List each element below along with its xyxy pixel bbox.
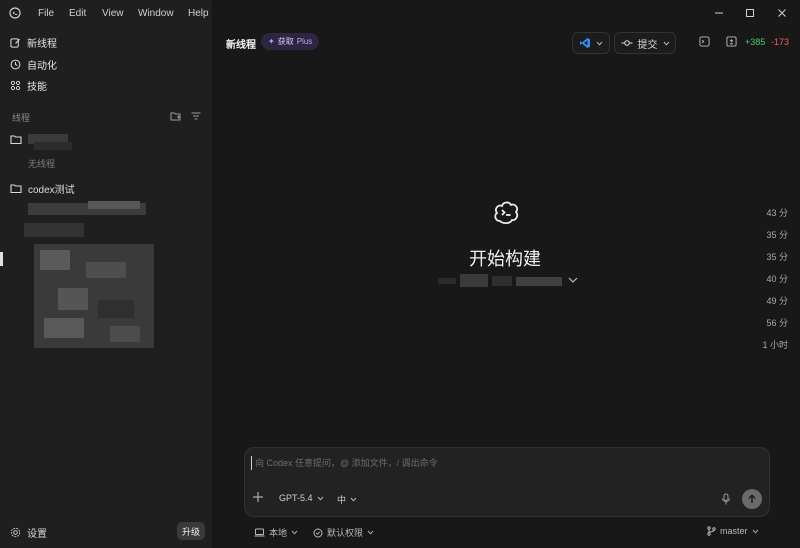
chevron-down-icon [663,41,670,46]
minimize-button[interactable] [708,4,730,22]
model-label: GPT-5.4 [279,493,313,503]
thread-time: 56 分 [766,318,788,328]
redacted-block [98,300,134,318]
grid-icon [10,80,21,91]
folder-icon [10,134,22,145]
gear-icon [10,527,21,538]
terminal-icon[interactable] [699,36,710,47]
thread-title: 新线程 [226,40,256,51]
get-plus-prefix: 获取 [277,37,294,46]
thread-title-redacted[interactable] [24,223,84,237]
commit-label: 提交 [637,39,658,51]
chevron-down-icon[interactable] [568,277,578,284]
thread-time: 1 小时 [762,340,788,350]
project-selector-redacted[interactable] [438,273,564,289]
hero-title: 开始构建 [469,249,541,269]
send-button[interactable] [742,489,762,509]
git-branch-icon [707,526,716,536]
permission-select[interactable]: 默认权限 [313,526,374,539]
environment-select[interactable]: 本地 [254,526,298,539]
shield-icon [313,528,323,538]
filter-icon[interactable] [190,110,202,122]
settings-label: 设置 [27,529,47,540]
edit-icon [10,37,21,48]
maximize-button[interactable] [739,4,761,22]
get-plus-plan: Plus [296,37,313,46]
add-attachment-button[interactable] [252,491,264,503]
chevron-down-icon [596,41,603,46]
nav-skills[interactable]: 技能 [10,76,47,94]
nav-new-thread[interactable]: 新线程 [10,33,57,51]
upgrade-button[interactable]: 升级 [177,522,205,540]
chevron-down-icon [317,496,324,501]
empty-threads-label: 无线程 [28,159,56,169]
diff-removed-count: -173 [771,37,790,47]
menu-edit[interactable]: Edit [69,8,86,19]
redacted-block [58,288,88,310]
menu-help[interactable]: Help [188,8,209,19]
redacted-block [34,142,72,150]
chevron-down-icon [291,530,298,535]
arrow-up-icon [747,494,757,504]
laptop-icon [254,528,265,537]
threads-header: 线程 [12,113,31,123]
diff-panel-icon[interactable] [726,36,737,47]
thread-time: 49 分 [766,296,788,306]
nav-automation[interactable]: 自动化 [10,55,57,73]
vscode-icon [579,37,591,49]
composer-input[interactable] [251,456,675,470]
menu-window[interactable]: Window [138,8,174,19]
diff-added-count: +385 [745,37,766,47]
menu-view[interactable]: View [102,8,124,19]
folder-codex-test[interactable]: codex测试 [10,180,75,196]
chevron-down-icon [350,497,357,502]
app-logo-icon[interactable] [9,7,21,19]
commit-dropdown[interactable]: 提交 [614,32,676,54]
redacted-block [44,318,84,338]
git-commit-icon [621,39,633,47]
branch-label: master [720,526,748,536]
close-button[interactable] [771,4,793,22]
redacted-block [110,326,140,342]
thread-time: 43 分 [766,208,788,218]
codex-cloud-icon [491,198,521,228]
redacted-block [86,262,126,278]
nav-skills-label: 技能 [27,81,47,93]
nav-automation-label: 自动化 [27,60,57,72]
clock-icon [10,59,21,70]
reasoning-select[interactable]: 中 [337,493,357,506]
permission-label: 默认权限 [327,528,364,538]
nav-new-thread-label: 新线程 [27,38,57,50]
get-plus-button[interactable]: ✦ 获取 Plus [261,33,320,50]
thread-time: 40 分 [766,274,788,284]
chevron-down-icon [752,529,759,534]
scroll-indicator [0,252,3,266]
open-in-editor-dropdown[interactable] [572,32,610,54]
chevron-down-icon [367,530,374,535]
thread-time: 35 分 [766,252,788,262]
reasoning-label: 中 [337,495,347,505]
microphone-icon[interactable] [721,493,731,505]
folder-codex-test-label: codex测试 [28,184,75,196]
thread-time: 35 分 [766,230,788,240]
environment-label: 本地 [269,528,288,538]
sparkle-icon: ✦ [268,37,275,46]
new-folder-icon[interactable] [170,110,182,122]
settings-button[interactable]: 设置 [10,525,47,540]
folder-icon [10,183,22,194]
redacted-block [40,250,70,270]
menu-file[interactable]: File [38,8,54,19]
branch-select[interactable]: master [707,526,759,536]
redacted-block [88,201,140,209]
model-select[interactable]: GPT-5.4 [279,493,324,503]
